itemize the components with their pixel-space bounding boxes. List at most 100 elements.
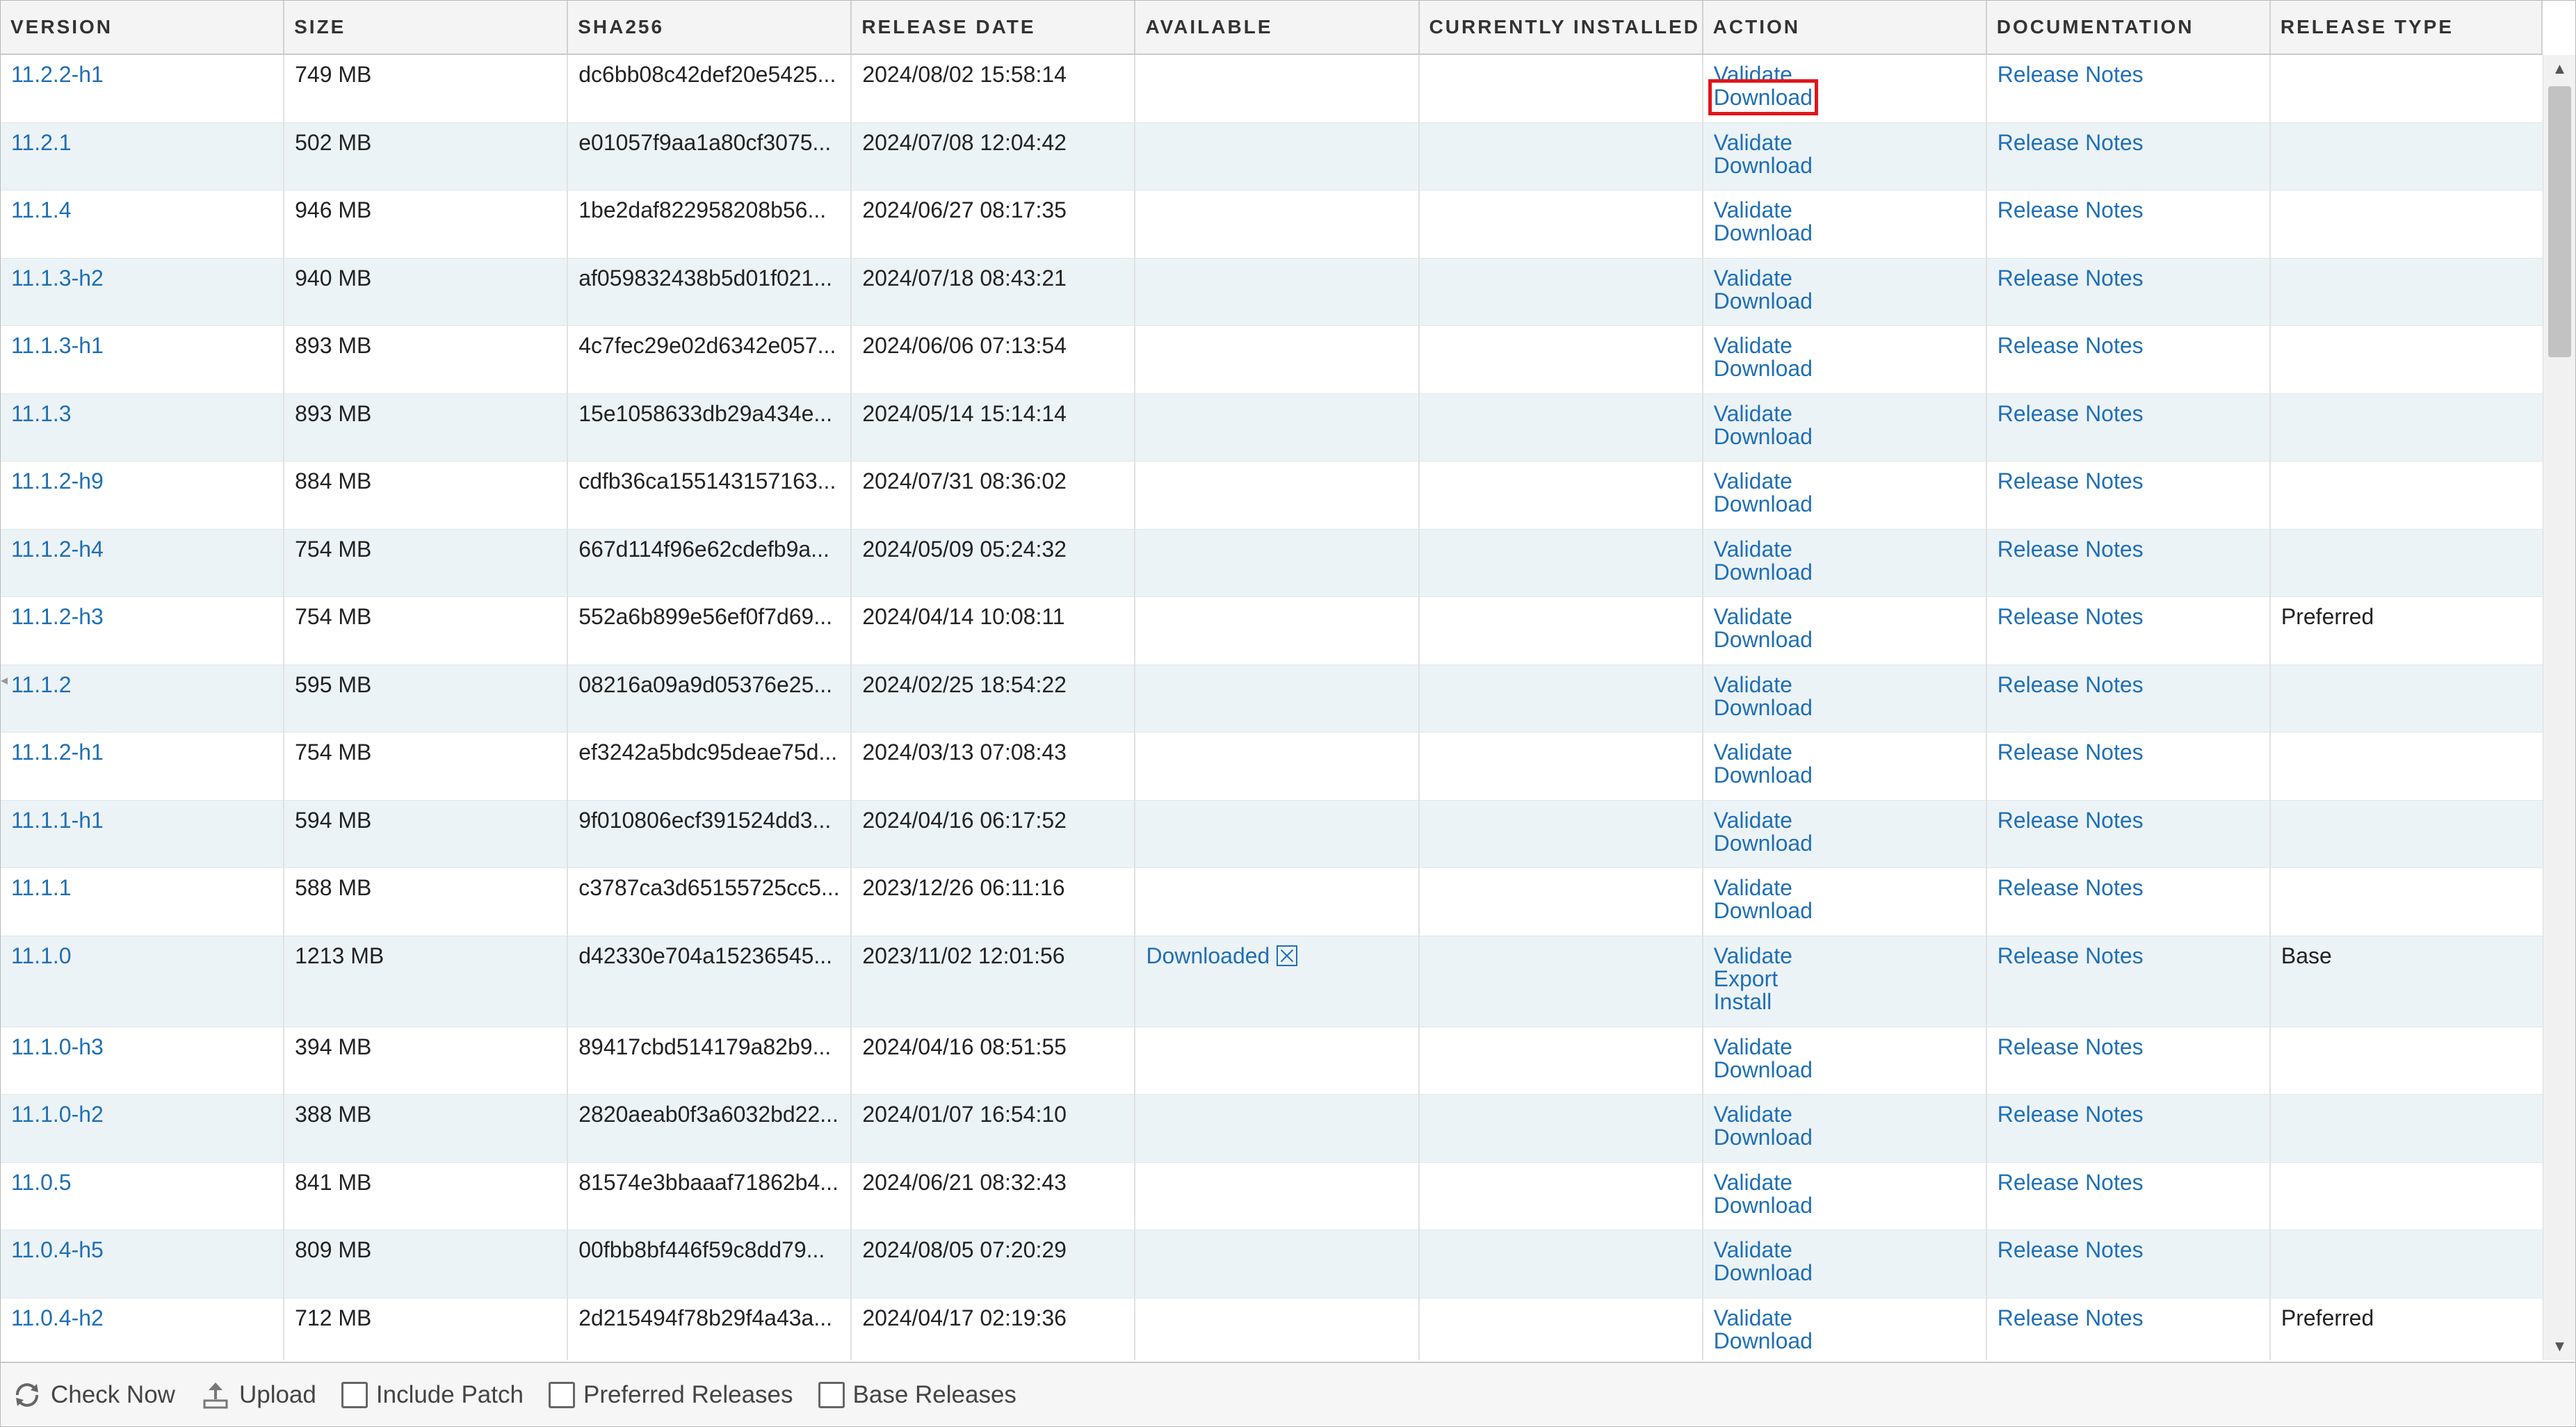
download-link[interactable]: Download xyxy=(1714,695,1813,720)
download-link[interactable]: Download xyxy=(1714,1125,1813,1150)
release-notes-link[interactable]: Release Notes xyxy=(1987,733,2271,800)
validate-link[interactable]: Validate xyxy=(1714,875,1792,900)
version-link[interactable]: 11.1.2-h1 xyxy=(1,733,285,800)
validate-link[interactable]: Validate xyxy=(1714,1237,1792,1262)
release-notes-link[interactable]: Release Notes xyxy=(1987,800,2271,867)
export-link[interactable]: Export xyxy=(1714,966,1778,991)
download-link[interactable]: Download xyxy=(1714,153,1813,178)
column-header-action[interactable]: ACTION xyxy=(1703,1,1987,54)
release-notes-link[interactable]: Release Notes xyxy=(1987,597,2271,664)
scroll-thumb[interactable] xyxy=(2548,86,2571,357)
version-link[interactable]: 11.2.1 xyxy=(1,122,285,190)
release-notes-link[interactable]: Release Notes xyxy=(1987,190,2271,258)
validate-link[interactable]: Validate xyxy=(1714,740,1792,765)
version-link[interactable]: 11.1.3-h2 xyxy=(1,258,285,325)
release-notes-link[interactable]: Release Notes xyxy=(1987,122,2271,190)
download-link[interactable]: Download xyxy=(1714,491,1813,516)
install-link[interactable]: Install xyxy=(1714,989,1772,1014)
column-header-documentation[interactable]: DOCUMENTATION xyxy=(1987,1,2271,54)
download-link[interactable]: Download xyxy=(1714,1057,1813,1082)
version-link[interactable]: 11.0.5 xyxy=(1,1162,285,1230)
download-link[interactable]: Download xyxy=(1714,424,1813,449)
column-header-version[interactable]: VERSION xyxy=(1,1,285,54)
download-link[interactable]: Download xyxy=(1714,1260,1813,1285)
downloaded-link[interactable]: Downloaded xyxy=(1146,944,1270,968)
version-link[interactable]: 11.1.2-h9 xyxy=(1,462,285,529)
release-notes-link[interactable]: Release Notes xyxy=(1987,1162,2271,1230)
download-link[interactable]: Download xyxy=(1714,1328,1813,1353)
release-notes-link[interactable]: Release Notes xyxy=(1987,462,2271,529)
download-link[interactable]: Download xyxy=(1714,831,1813,856)
release-notes-link[interactable]: Release Notes xyxy=(1987,258,2271,325)
validate-link[interactable]: Validate xyxy=(1714,1170,1792,1195)
validate-link[interactable]: Validate xyxy=(1714,1102,1792,1127)
download-link[interactable]: Download xyxy=(1714,1193,1813,1218)
validate-link[interactable]: Validate xyxy=(1714,62,1792,87)
include-patch-box[interactable] xyxy=(341,1381,368,1408)
validate-link[interactable]: Validate xyxy=(1714,468,1792,494)
scroll-up-icon[interactable]: ▲ xyxy=(2543,55,2575,83)
delete-downloaded-icon[interactable] xyxy=(1277,945,1298,966)
validate-link[interactable]: Validate xyxy=(1714,537,1792,562)
validate-link[interactable]: Validate xyxy=(1714,1034,1792,1059)
validate-link[interactable]: Validate xyxy=(1714,197,1792,222)
version-link[interactable]: 11.1.2-h3 xyxy=(1,597,285,664)
column-header-currently-installed[interactable]: CURRENTLY INSTALLED xyxy=(1420,1,1703,54)
validate-link[interactable]: Validate xyxy=(1714,604,1792,629)
release-notes-link[interactable]: Release Notes xyxy=(1987,868,2271,936)
collapse-handle-icon[interactable]: ◂ xyxy=(1,671,8,699)
version-link[interactable]: 11.1.0-h2 xyxy=(1,1095,285,1162)
validate-link[interactable]: Validate xyxy=(1714,1305,1792,1330)
validate-link[interactable]: Validate xyxy=(1714,808,1792,833)
version-link[interactable]: 11.1.2 xyxy=(1,664,285,732)
release-notes-link[interactable]: Release Notes xyxy=(1987,393,2271,461)
version-link[interactable]: 11.1.1-h1 xyxy=(1,800,285,867)
include-patch-checkbox[interactable]: Include Patch xyxy=(341,1381,524,1409)
scroll-down-icon[interactable]: ▼ xyxy=(2543,1332,2575,1360)
validate-link[interactable]: Validate xyxy=(1714,943,1792,968)
column-header-available[interactable]: AVAILABLE xyxy=(1135,1,1420,54)
validate-link[interactable]: Validate xyxy=(1714,333,1792,358)
column-header-release-type[interactable]: RELEASE TYPE xyxy=(2271,1,2543,54)
download-link[interactable]: Download xyxy=(1714,627,1813,652)
version-link[interactable]: 11.1.1 xyxy=(1,868,285,936)
validate-link[interactable]: Validate xyxy=(1714,266,1792,291)
release-notes-link[interactable]: Release Notes xyxy=(1987,1027,2271,1094)
release-notes-link[interactable]: Release Notes xyxy=(1987,1230,2271,1298)
validate-link[interactable]: Validate xyxy=(1714,672,1792,697)
release-notes-link[interactable]: Release Notes xyxy=(1987,664,2271,732)
version-link[interactable]: 11.1.3-h1 xyxy=(1,326,285,393)
preferred-releases-checkbox[interactable]: Preferred Releases xyxy=(548,1381,793,1409)
version-link[interactable]: 11.1.3 xyxy=(1,393,285,461)
version-link[interactable]: 11.0.4-h2 xyxy=(1,1298,285,1360)
version-link[interactable]: 11.1.0-h3 xyxy=(1,1027,285,1094)
download-link[interactable]: Download xyxy=(1714,356,1813,381)
validate-link[interactable]: Validate xyxy=(1714,130,1792,155)
vertical-scrollbar[interactable]: ▲ ▼ xyxy=(2543,55,2575,1360)
download-link[interactable]: Download xyxy=(1714,560,1813,585)
version-link[interactable]: 11.1.4 xyxy=(1,190,285,258)
upload-button[interactable]: Upload xyxy=(200,1380,316,1410)
version-link[interactable]: 11.1.0 xyxy=(1,936,285,1027)
column-header-release-date[interactable]: RELEASE DATE xyxy=(852,1,1136,54)
download-link[interactable]: Download xyxy=(1714,288,1813,313)
version-link[interactable]: 11.2.2-h1 xyxy=(1,55,285,122)
release-notes-link[interactable]: Release Notes xyxy=(1987,936,2271,1027)
version-link[interactable]: 11.1.2-h4 xyxy=(1,529,285,596)
column-header-size[interactable]: SIZE xyxy=(284,1,569,54)
release-notes-link[interactable]: Release Notes xyxy=(1987,326,2271,393)
column-header-sha256[interactable]: SHA256 xyxy=(568,1,852,54)
release-notes-link[interactable]: Release Notes xyxy=(1987,1095,2271,1162)
validate-link[interactable]: Validate xyxy=(1714,401,1792,426)
download-link[interactable]: Download xyxy=(1714,898,1813,923)
base-releases-box[interactable] xyxy=(818,1381,845,1408)
base-releases-checkbox[interactable]: Base Releases xyxy=(818,1381,1016,1409)
download-link[interactable]: Download xyxy=(1714,763,1813,788)
release-notes-link[interactable]: Release Notes xyxy=(1987,55,2271,122)
download-link[interactable]: Download xyxy=(1708,79,1818,115)
check-now-button[interactable]: Check Now xyxy=(12,1380,175,1410)
preferred-releases-box[interactable] xyxy=(548,1381,575,1408)
release-notes-link[interactable]: Release Notes xyxy=(1987,529,2271,596)
release-notes-link[interactable]: Release Notes xyxy=(1987,1298,2271,1360)
version-link[interactable]: 11.0.4-h5 xyxy=(1,1230,285,1298)
